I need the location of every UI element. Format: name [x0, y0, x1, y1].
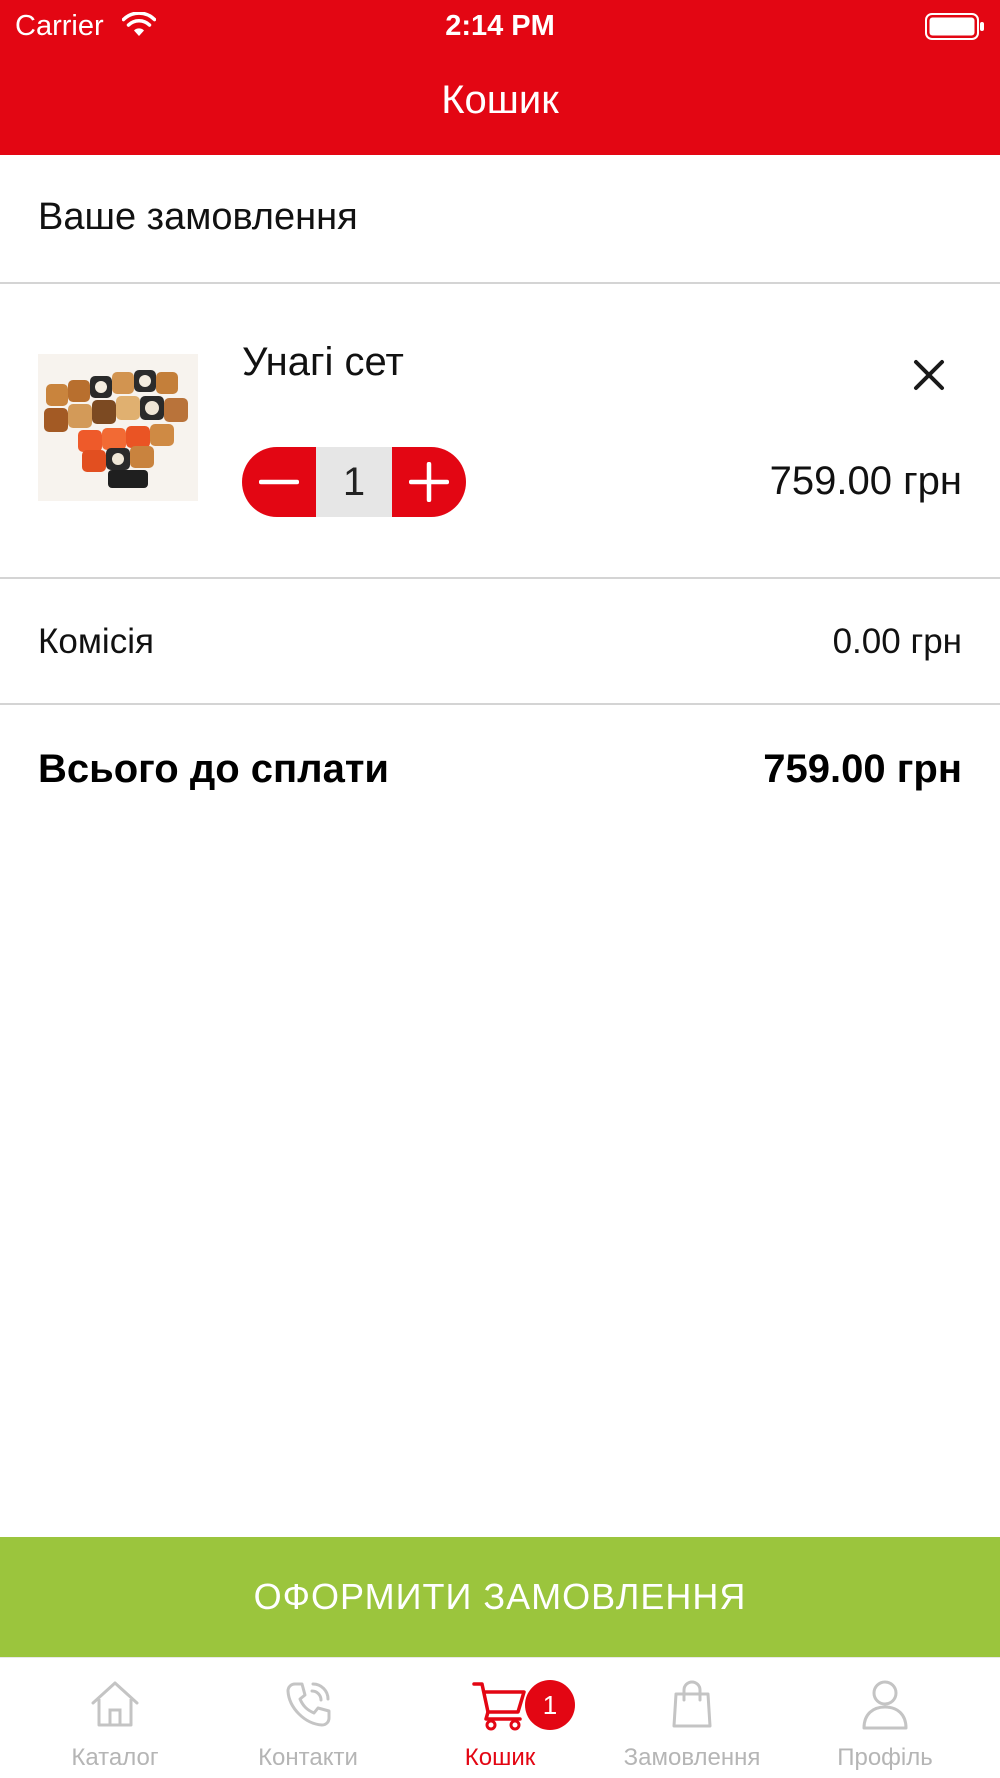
- sushi-set-picture: [38, 354, 198, 501]
- tab-catalog[interactable]: Каталог: [15, 1658, 215, 1778]
- product-image[interactable]: [38, 354, 198, 501]
- remove-item-button[interactable]: [906, 352, 952, 398]
- commission-label: Комісія: [38, 622, 154, 661]
- total-label: Всього до сплати: [38, 747, 390, 791]
- tab-bar: Каталог Контакти 1 Кошик Замовлення Проф…: [0, 1657, 1000, 1778]
- close-icon: [914, 360, 944, 390]
- quantity-value: 1: [316, 447, 392, 517]
- battery-icon: [925, 13, 984, 40]
- status-time: 2:14 PM: [445, 10, 555, 42]
- cart-icon: [472, 1682, 526, 1731]
- total-value: 759.00 грн: [763, 747, 962, 791]
- tab-label: Профіль: [837, 1744, 933, 1771]
- plus-icon: [409, 462, 449, 502]
- tab-cart[interactable]: 1 Кошик: [400, 1658, 600, 1778]
- tab-label: Замовлення: [623, 1744, 761, 1771]
- tab-label: Каталог: [71, 1744, 159, 1771]
- quantity-stepper: 1: [242, 447, 466, 517]
- phone-icon: [286, 1682, 331, 1727]
- navigation-bar: Carrier 2:14 PM Кошик: [0, 0, 1000, 155]
- divider: [0, 703, 1000, 705]
- tab-orders[interactable]: Замовлення: [592, 1658, 792, 1778]
- commission-value: 0.00 грн: [832, 622, 962, 661]
- divider: [0, 282, 1000, 284]
- cart-badge: 1: [525, 1680, 575, 1730]
- tab-profile[interactable]: Профіль: [785, 1658, 985, 1778]
- status-bar: Carrier 2:14 PM: [0, 0, 1000, 52]
- decrease-quantity-button[interactable]: [242, 447, 316, 517]
- home-icon: [91, 1681, 139, 1727]
- tab-label: Контакти: [258, 1744, 358, 1771]
- product-name: Унагі сет: [242, 340, 404, 384]
- page-title: Кошик: [441, 78, 559, 122]
- item-price: 759.00 грн: [769, 459, 962, 503]
- increase-quantity-button[interactable]: [392, 447, 466, 517]
- tab-label: Кошик: [464, 1744, 536, 1771]
- shopping-bag-icon: [672, 1680, 712, 1728]
- order-heading: Ваше замовлення: [38, 196, 358, 238]
- tab-contacts[interactable]: Контакти: [208, 1658, 408, 1778]
- checkout-button[interactable]: ОФОРМИТИ ЗАМОВЛЕННЯ: [0, 1537, 1000, 1657]
- divider: [0, 577, 1000, 579]
- user-icon: [862, 1680, 908, 1730]
- minus-icon: [259, 479, 299, 485]
